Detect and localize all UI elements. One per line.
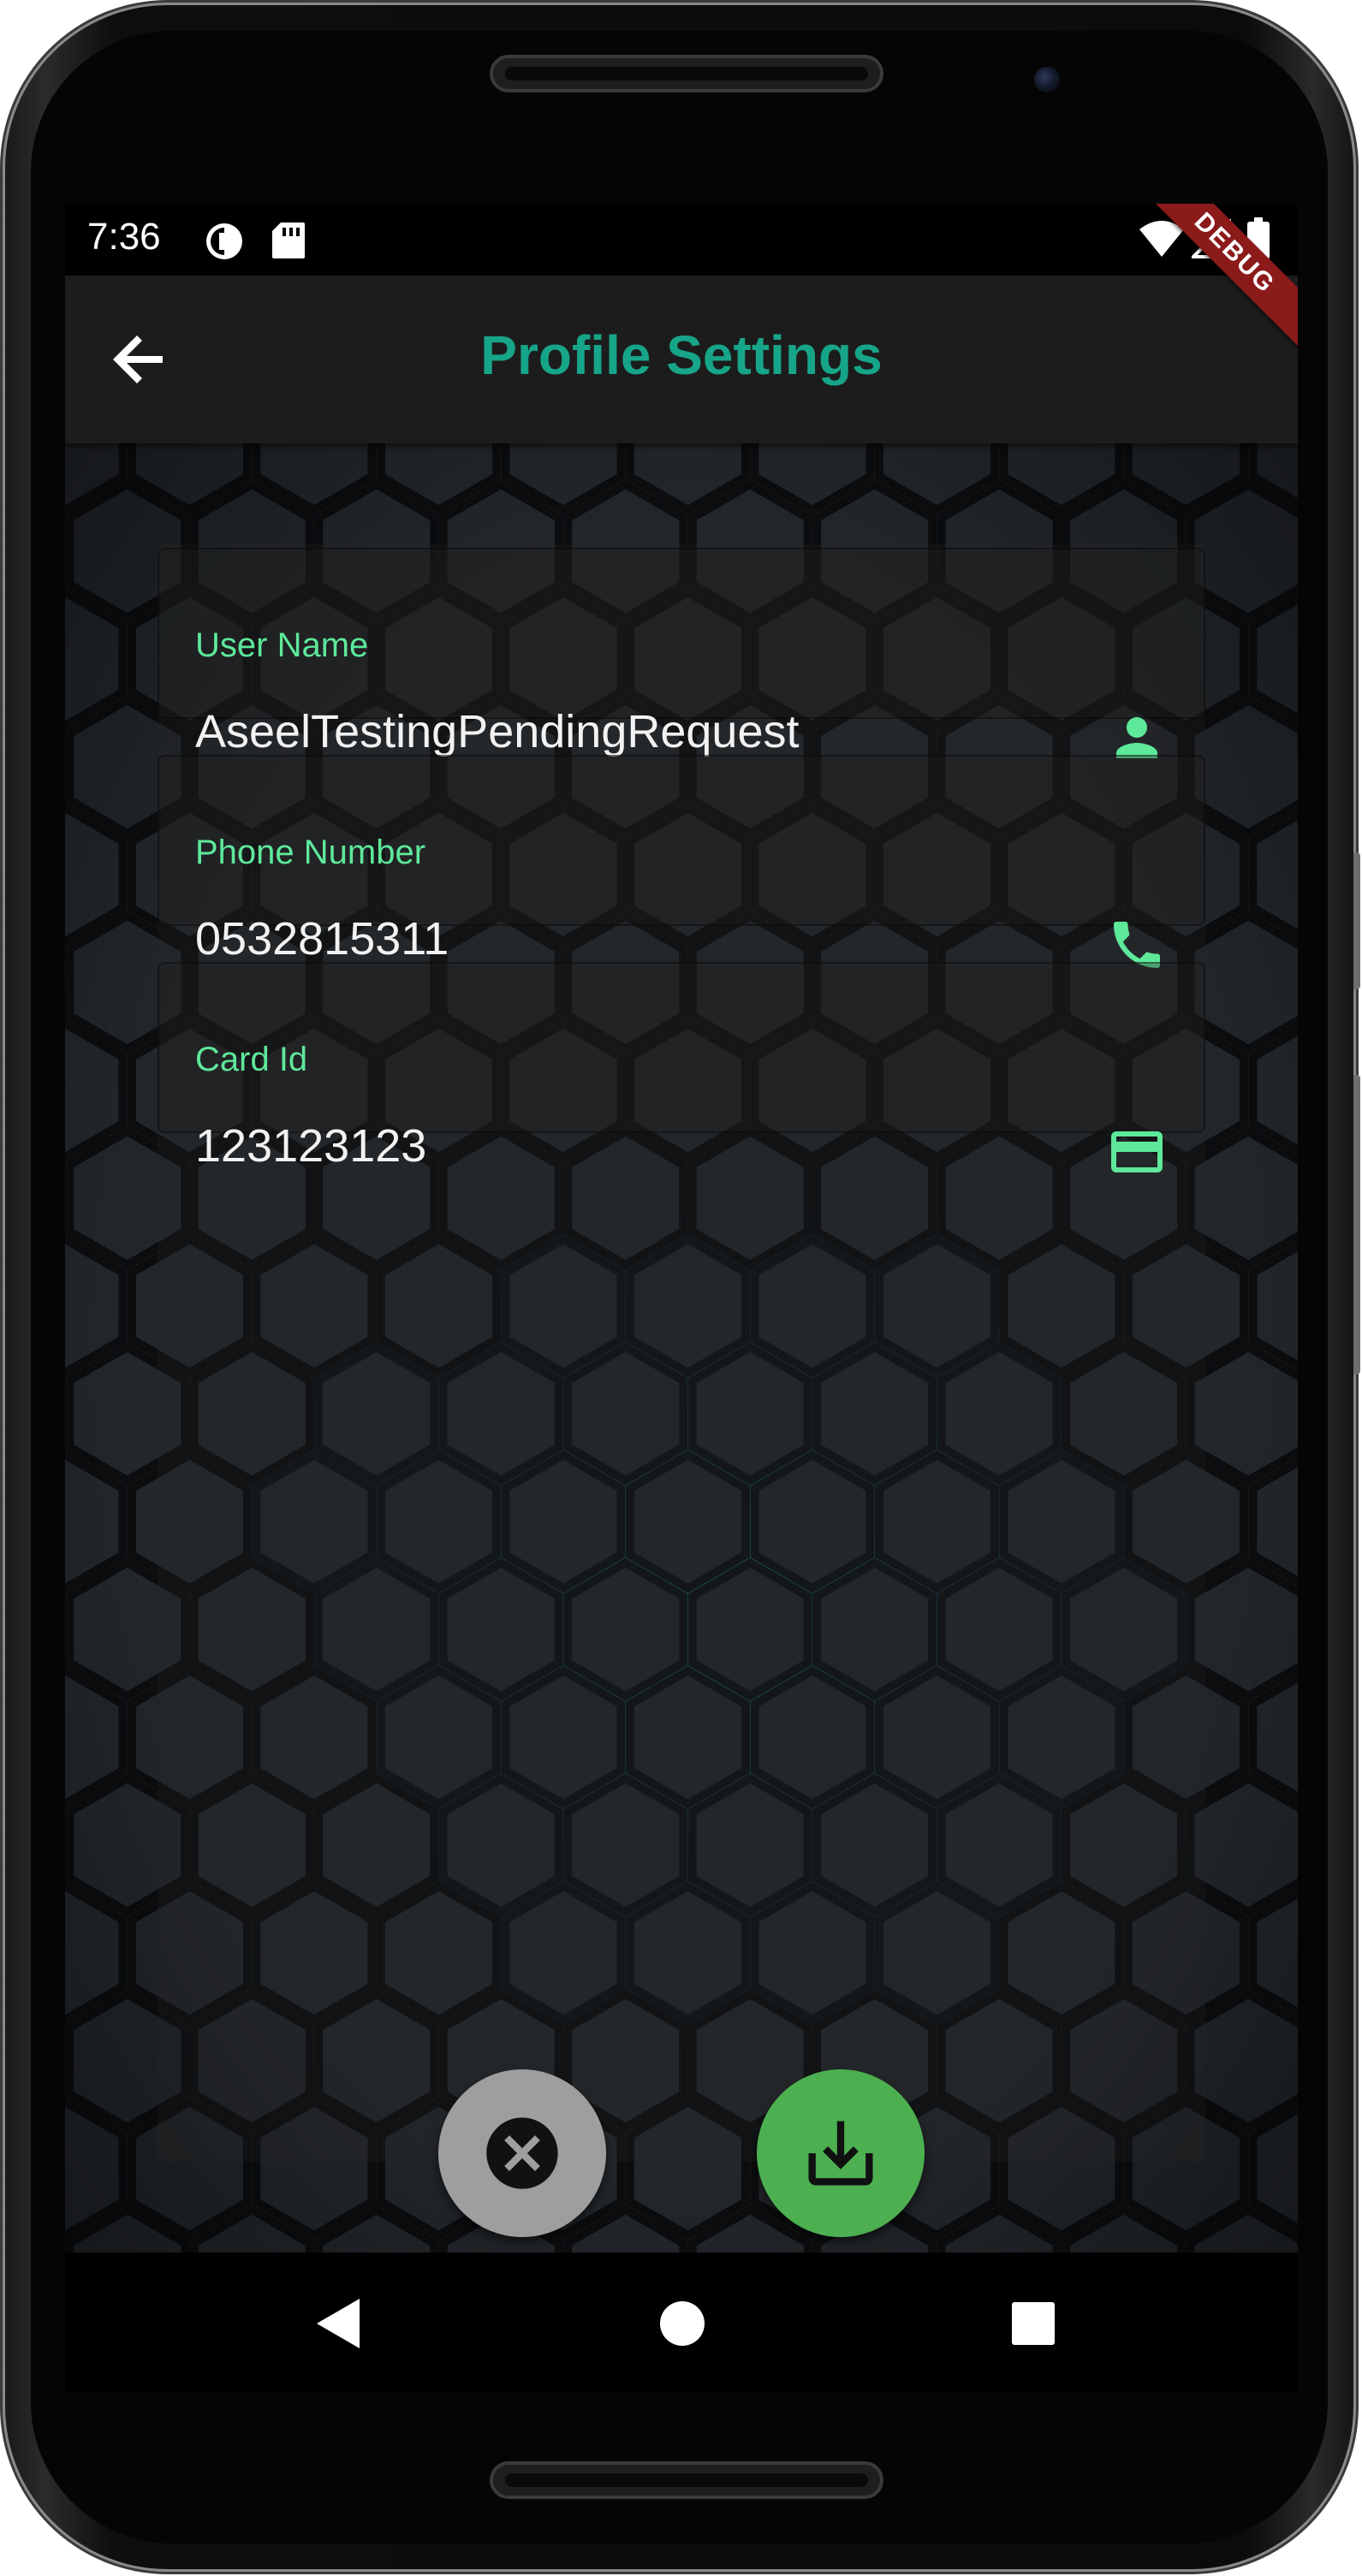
bottom-speaker (490, 2461, 883, 2499)
content-area: User Name Phone Number Card Id (65, 443, 1298, 2253)
data-saver-icon (204, 221, 245, 265)
phone-number-field[interactable]: Phone Number (158, 755, 1205, 968)
user-name-label: User Name (195, 626, 369, 664)
phone-number-input[interactable] (195, 912, 1051, 965)
phone-number-label: Phone Number (195, 834, 426, 871)
page-title: Profile Settings (480, 324, 883, 386)
save-button[interactable] (757, 2069, 925, 2237)
card-id-field-box (158, 962, 1205, 1133)
nav-home-button[interactable] (644, 2285, 721, 2362)
recents-square-icon (1012, 2302, 1055, 2345)
status-bar: 7:36 (65, 204, 1298, 276)
volume-button (1353, 852, 1360, 989)
top-speaker (490, 55, 883, 92)
cancel-circle-icon (486, 2117, 558, 2189)
sd-card-icon (271, 221, 306, 264)
user-name-input[interactable] (195, 705, 1051, 758)
card-id-field[interactable]: Card Id (158, 962, 1205, 1172)
credit-card-icon (1111, 1131, 1163, 1172)
app-bar: Profile Settings (65, 276, 1298, 443)
status-time: 7:36 (87, 216, 161, 258)
cancel-button[interactable] (438, 2069, 606, 2237)
home-circle-icon (660, 2301, 705, 2346)
card-id-input[interactable] (195, 1119, 1051, 1172)
user-name-field[interactable]: User Name (158, 548, 1205, 758)
system-navigation-bar (65, 2253, 1298, 2393)
device-screen: 7:36 Profile Settings DEBUG User Name As… (65, 204, 1298, 2393)
nav-back-button[interactable] (300, 2285, 377, 2362)
nav-recents-button[interactable] (995, 2285, 1072, 2362)
download-icon (808, 2121, 873, 2186)
back-triangle-icon (317, 2299, 360, 2348)
power-button (1353, 1075, 1360, 1374)
card-id-label: Card Id (195, 1041, 308, 1078)
front-camera (1034, 67, 1060, 92)
